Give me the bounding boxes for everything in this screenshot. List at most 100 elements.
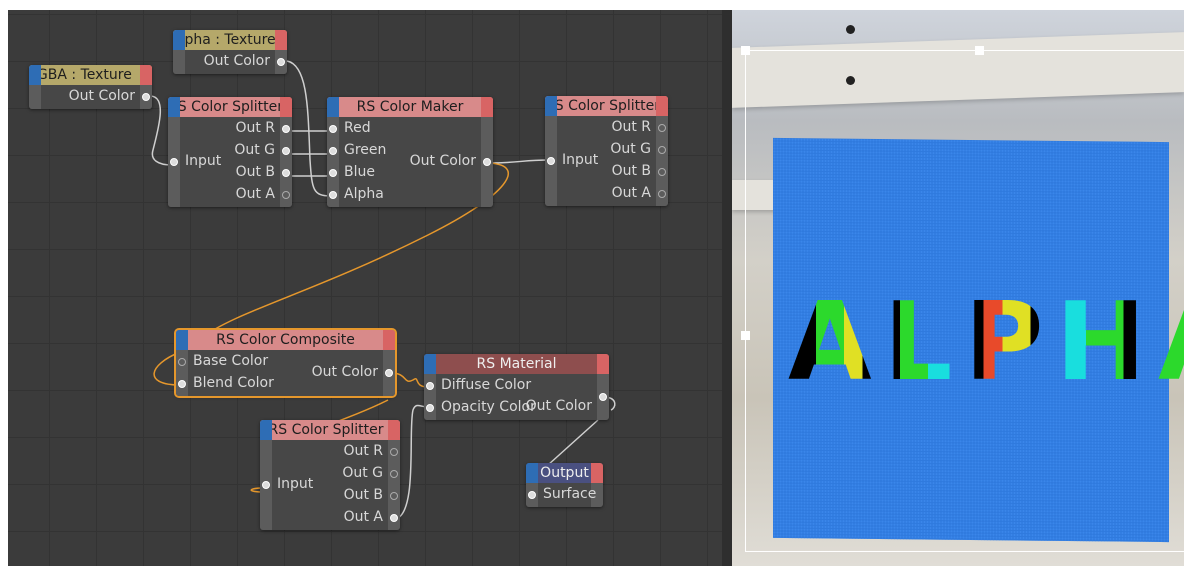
selection-handle[interactable] xyxy=(975,46,984,55)
port-label: Out B xyxy=(611,163,651,179)
node-header[interactable]: RS Color Composite xyxy=(176,330,395,350)
input-port-opacity-color[interactable] xyxy=(426,404,434,412)
node-body: Out Color xyxy=(173,50,287,74)
node-alpha-texture[interactable]: Alpha : Texture Out Color xyxy=(173,30,287,74)
port-label: Out Color xyxy=(203,53,270,69)
selection-handle[interactable] xyxy=(741,46,750,55)
node-header[interactable]: RS Color Maker xyxy=(327,97,493,117)
port-label: Out A xyxy=(343,509,383,525)
node-input-toggle[interactable] xyxy=(545,96,557,116)
node-color-maker[interactable]: RS Color Maker Red Green Blue Alpha Out Colo… xyxy=(327,97,493,207)
node-color-splitter-3[interactable]: RS Color Splitter Input Out R Out G Out B Ou… xyxy=(260,420,400,530)
input-column xyxy=(424,374,436,420)
node-output-toggle[interactable] xyxy=(597,354,609,374)
node-output-toggle[interactable] xyxy=(275,30,287,50)
node-color-splitter-1[interactable]: RS Color Splitter Input Out R Out G Out B Ou… xyxy=(168,97,292,207)
output-port-out-g[interactable] xyxy=(390,470,398,478)
node-header[interactable]: Alpha : Texture xyxy=(173,30,287,50)
input-port-diffuse-color[interactable] xyxy=(426,382,434,390)
input-port-input[interactable] xyxy=(262,481,270,489)
port-label: Input xyxy=(185,153,222,169)
node-rs-material[interactable]: RS Material Diffuse Color Opacity Color Ou… xyxy=(424,354,609,420)
node-input-toggle[interactable] xyxy=(176,330,188,350)
output-port-out-color[interactable] xyxy=(483,158,491,166)
node-title: RS Color Splitter xyxy=(180,99,280,115)
input-port-blue[interactable] xyxy=(329,169,337,177)
node-body: Input Out R Out G Out B Out A xyxy=(545,116,668,206)
port-label: Alpha xyxy=(344,186,384,202)
node-body: Input Out R Out G Out B Out A xyxy=(260,440,400,530)
port-label: Diffuse Color xyxy=(441,377,532,393)
input-column xyxy=(176,350,188,396)
node-title: RS Material xyxy=(476,356,557,372)
input-column xyxy=(173,50,185,74)
node-output-toggle[interactable] xyxy=(388,420,400,440)
input-port-input[interactable] xyxy=(547,157,555,165)
output-port-out-b[interactable] xyxy=(658,168,666,176)
node-editor[interactable]: RGBA : Texture Out Color Alpha : Texture… xyxy=(8,10,722,566)
output-port-out-color[interactable] xyxy=(385,369,393,377)
port-label: Base Color xyxy=(193,353,269,369)
node-input-toggle[interactable] xyxy=(526,463,538,483)
port-label: Out Color xyxy=(68,88,135,104)
node-body: Out Color xyxy=(29,85,152,109)
input-port-green[interactable] xyxy=(329,147,337,155)
node-title: RS Color Composite xyxy=(216,332,355,348)
node-header[interactable]: RGBA : Texture xyxy=(29,65,152,85)
port-label: Blue xyxy=(344,164,375,180)
node-color-composite[interactable]: RS Color Composite Base Color Blend Color… xyxy=(174,328,397,398)
output-port-out-a[interactable] xyxy=(390,514,398,522)
selection-box xyxy=(745,50,1184,552)
node-output-toggle[interactable] xyxy=(481,97,493,117)
output-port-out-color[interactable] xyxy=(142,93,150,101)
output-port-out-b[interactable] xyxy=(390,492,398,500)
node-header[interactable]: RS Material xyxy=(424,354,609,374)
input-port-red[interactable] xyxy=(329,125,337,133)
node-title: RS Color Maker xyxy=(356,99,464,115)
node-input-toggle[interactable] xyxy=(424,354,436,374)
output-port-out-color[interactable] xyxy=(599,393,607,401)
node-input-toggle[interactable] xyxy=(260,420,272,440)
output-port-out-g[interactable] xyxy=(658,146,666,154)
node-title: RS Color Splitter xyxy=(272,422,384,438)
node-output-toggle[interactable] xyxy=(140,65,152,85)
light-dot xyxy=(846,25,855,34)
output-port-out-r[interactable] xyxy=(658,124,666,132)
node-color-splitter-2[interactable]: RS Color Splitter Input Out R Out G Out B Ou… xyxy=(545,96,668,206)
node-title: Alpha : Texture xyxy=(185,32,275,48)
node-output-toggle[interactable] xyxy=(656,96,668,116)
node-output-toggle[interactable] xyxy=(383,330,395,350)
node-header[interactable]: RS Color Splitter xyxy=(545,96,668,116)
node-title: Output xyxy=(540,465,589,481)
output-port-out-g[interactable] xyxy=(282,147,290,155)
node-input-toggle[interactable] xyxy=(327,97,339,117)
node-output-toggle[interactable] xyxy=(591,463,603,483)
port-label: Out A xyxy=(235,186,275,202)
node-input-toggle[interactable] xyxy=(168,97,180,117)
input-port-alpha[interactable] xyxy=(329,191,337,199)
output-port-out-color[interactable] xyxy=(277,58,285,66)
output-port-out-a[interactable] xyxy=(282,191,290,199)
panel-divider[interactable] xyxy=(722,10,732,566)
node-output-toggle[interactable] xyxy=(280,97,292,117)
node-header[interactable]: RS Color Splitter xyxy=(168,97,292,117)
input-port-blend-color[interactable] xyxy=(178,380,186,388)
render-viewport[interactable]: ALPHA xyxy=(732,10,1184,566)
input-port-input[interactable] xyxy=(170,158,178,166)
node-rgba-texture[interactable]: RGBA : Texture Out Color xyxy=(29,65,152,109)
port-label: Out R xyxy=(611,119,651,135)
output-port-out-r[interactable] xyxy=(282,125,290,133)
node-header[interactable]: Output xyxy=(526,463,603,483)
node-input-toggle[interactable] xyxy=(173,30,185,50)
input-port-surface[interactable] xyxy=(528,491,536,499)
selection-handle[interactable] xyxy=(741,331,750,340)
node-output[interactable]: Output Surface xyxy=(526,463,603,507)
port-label: Out B xyxy=(343,487,383,503)
node-input-toggle[interactable] xyxy=(29,65,41,85)
port-label: Out G xyxy=(234,142,275,158)
input-port-base-color[interactable] xyxy=(178,358,186,366)
output-port-out-b[interactable] xyxy=(282,169,290,177)
output-port-out-a[interactable] xyxy=(658,190,666,198)
node-header[interactable]: RS Color Splitter xyxy=(260,420,400,440)
output-port-out-r[interactable] xyxy=(390,448,398,456)
